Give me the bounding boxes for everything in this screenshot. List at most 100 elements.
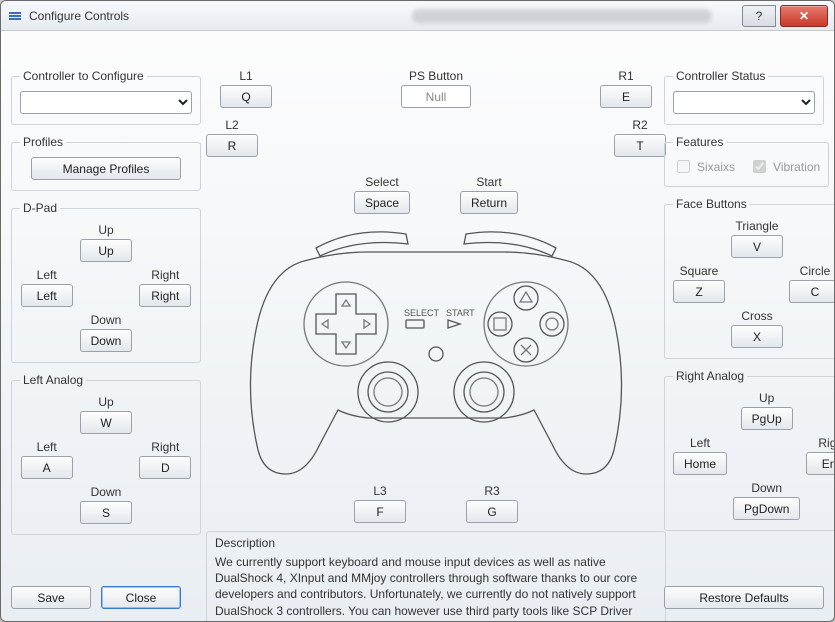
r3-label: R3: [484, 484, 499, 498]
triangle-label: Triangle: [736, 219, 779, 233]
la-right-button[interactable]: D: [139, 456, 191, 479]
r1-button[interactable]: E: [600, 85, 652, 108]
circle-label: Circle: [800, 264, 831, 278]
ra-right-label: Right: [818, 436, 835, 450]
right-analog-group: Right Analog Up PgUp Left Home Right End Do…: [664, 369, 835, 531]
cross-button[interactable]: X: [731, 325, 783, 348]
circle-button[interactable]: C: [789, 280, 835, 303]
description-box: Description We currently support keyboar…: [206, 531, 666, 622]
window: Configure Controls ? ✕ Controller to Con…: [0, 0, 835, 622]
content: Controller to Configure Profiles Manage …: [1, 31, 834, 621]
restore-defaults-button[interactable]: Restore Defaults: [664, 586, 824, 609]
start-button[interactable]: Return: [460, 191, 518, 214]
dpad-group: D-Pad Up Up Left Left Right Right Down Down: [11, 201, 201, 363]
description-body: We currently support keyboard and mouse …: [215, 554, 657, 622]
dpad-left-button[interactable]: Left: [21, 284, 73, 307]
app-icon: [7, 8, 23, 24]
ra-down-button[interactable]: PgDown: [733, 497, 800, 520]
features-group: Features Sixaixs Vibration: [664, 135, 829, 187]
l2-label: L2: [225, 118, 238, 132]
l3-button[interactable]: F: [354, 500, 406, 523]
left-column: Controller to Configure Profiles Manage …: [11, 69, 201, 611]
la-up-label: Up: [98, 395, 113, 409]
la-down-label: Down: [91, 485, 122, 499]
ps-button-field[interactable]: Null: [401, 85, 471, 108]
controller-status-label: Controller Status: [673, 69, 768, 83]
ra-up-button[interactable]: PgUp: [741, 407, 793, 430]
profiles-label: Profiles: [20, 135, 66, 149]
middle-column: L1 Q PS Button Null R1 E L2 R R2 T Select Spac…: [206, 69, 666, 611]
l1-label: L1: [239, 69, 252, 83]
vibration-checkbox-wrap[interactable]: Vibration: [749, 157, 820, 176]
sixaxis-checkbox[interactable]: [677, 160, 690, 173]
description-label: Description: [215, 536, 657, 550]
la-right-label: Right: [151, 440, 179, 454]
ra-right-button[interactable]: End: [806, 452, 835, 475]
la-left-button[interactable]: A: [21, 456, 73, 479]
square-button[interactable]: Z: [673, 280, 725, 303]
help-button[interactable]: ?: [742, 5, 776, 27]
select-label: Select: [365, 175, 398, 189]
ra-left-label: Left: [690, 436, 710, 450]
sixaxis-label: Sixaixs: [697, 160, 735, 174]
r1-label: R1: [618, 69, 633, 83]
bottom-right-buttons: Restore Defaults: [664, 586, 824, 609]
help-icon: ?: [756, 9, 763, 23]
la-up-button[interactable]: W: [80, 411, 132, 434]
profiles-group: Profiles Manage Profiles: [11, 135, 201, 191]
left-analog-group: Left Analog Up W Left A Right D Down S: [11, 373, 201, 535]
bottom-left-buttons: Save Close: [11, 586, 181, 609]
dpad-right-label: Right: [151, 268, 179, 282]
close-button[interactable]: Close: [101, 586, 181, 609]
r2-button[interactable]: T: [614, 134, 666, 157]
controller-select-label: Controller to Configure: [20, 69, 147, 83]
la-left-label: Left: [37, 440, 57, 454]
controller-status-dropdown[interactable]: [673, 91, 815, 114]
vibration-label: Vibration: [773, 160, 820, 174]
right-analog-legend: Right Analog: [673, 369, 747, 383]
ra-up-label: Up: [759, 391, 774, 405]
left-analog-legend: Left Analog: [20, 373, 86, 387]
square-label: Square: [680, 264, 719, 278]
svg-start-text: START: [446, 308, 475, 318]
dpad-down-label: Down: [91, 313, 122, 327]
face-buttons-group: Face Buttons Triangle V Square Z Circle C C…: [664, 197, 835, 359]
r3-button[interactable]: G: [466, 500, 518, 523]
dpad-legend: D-Pad: [20, 201, 60, 215]
sixaxis-checkbox-wrap[interactable]: Sixaixs: [673, 157, 735, 176]
window-title: Configure Controls: [29, 9, 404, 23]
dpad-up-button[interactable]: Up: [80, 239, 132, 262]
svg-select-text: SELECT: [404, 308, 440, 318]
dpad-up-label: Up: [98, 223, 113, 237]
cross-label: Cross: [741, 309, 772, 323]
titlebar: Configure Controls ? ✕: [1, 1, 834, 31]
window-close-button[interactable]: ✕: [780, 5, 828, 27]
features-legend: Features: [673, 135, 726, 149]
l2-button[interactable]: R: [206, 134, 258, 157]
titlebar-blur: [412, 9, 712, 23]
l3-label: L3: [373, 484, 386, 498]
select-button[interactable]: Space: [354, 191, 410, 214]
close-icon: ✕: [799, 9, 809, 23]
dpad-left-label: Left: [37, 268, 57, 282]
save-button[interactable]: Save: [11, 586, 91, 609]
r2-label: R2: [632, 118, 647, 132]
controller-diagram: SELECT START: [206, 220, 666, 480]
ra-left-button[interactable]: Home: [673, 452, 727, 475]
start-label: Start: [476, 175, 501, 189]
controller-select-group: Controller to Configure: [11, 69, 201, 125]
controller-select-dropdown[interactable]: [20, 91, 192, 114]
controller-status-group: Controller Status: [664, 69, 824, 125]
window-buttons: ? ✕: [742, 5, 828, 27]
triangle-button[interactable]: V: [731, 235, 783, 258]
l1-button[interactable]: Q: [220, 85, 272, 108]
vibration-checkbox[interactable]: [753, 160, 766, 173]
right-column: Controller Status Features Sixaixs Vibra…: [664, 69, 824, 611]
face-buttons-legend: Face Buttons: [673, 197, 750, 211]
ra-down-label: Down: [751, 481, 782, 495]
la-down-button[interactable]: S: [80, 501, 132, 524]
dpad-down-button[interactable]: Down: [80, 329, 133, 352]
ps-label: PS Button: [409, 69, 463, 83]
dpad-right-button[interactable]: Right: [139, 284, 191, 307]
manage-profiles-button[interactable]: Manage Profiles: [31, 157, 181, 180]
